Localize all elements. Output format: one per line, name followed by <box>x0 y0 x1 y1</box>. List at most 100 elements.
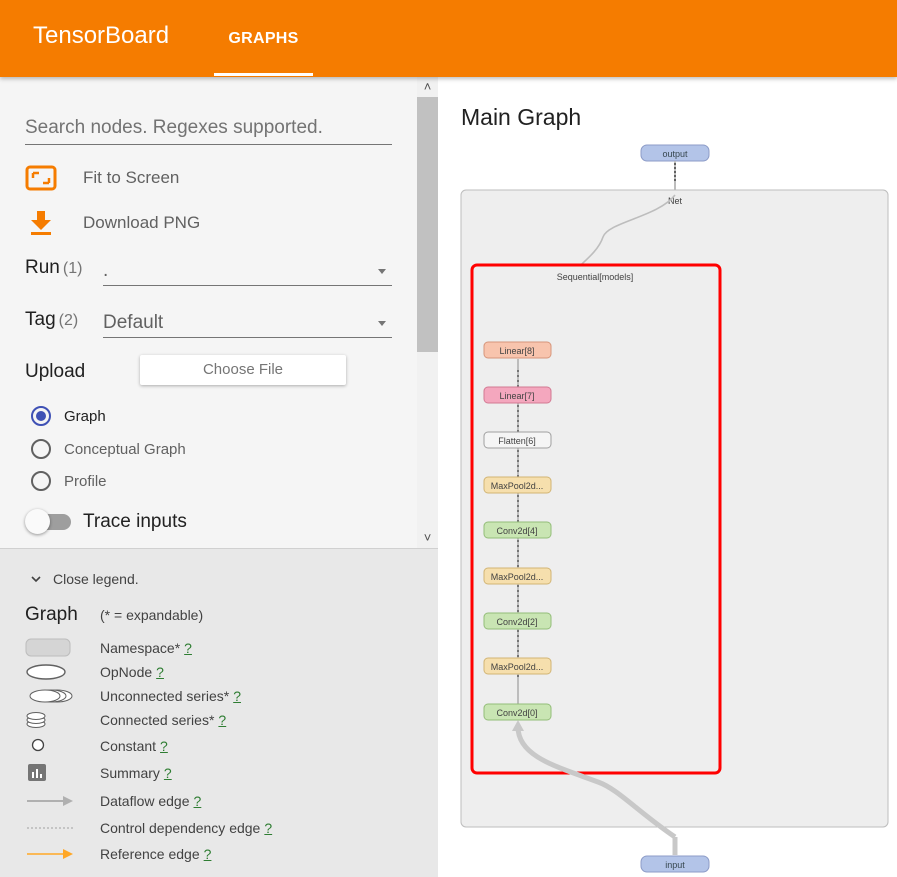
tag-select-value: Default <box>103 312 164 333</box>
legend-label-text: Constant <box>100 738 157 754</box>
close-legend-label: Close legend. <box>53 571 139 587</box>
layer-maxpool-3[interactable]: MaxPool2d... <box>483 567 552 585</box>
top-app-bar: TensorBoard GRAPHS <box>0 0 897 77</box>
sidebar: Search nodes. Regexes supported. Fit to … <box>0 77 438 877</box>
download-icon <box>31 211 51 235</box>
layer-linear-7[interactable]: Linear[7] <box>483 386 552 404</box>
connected-series-icon <box>26 712 46 728</box>
legend-row-unconnected-series: Unconnected series*? <box>25 685 425 707</box>
layer-conv2d-0[interactable]: Conv2d[0] <box>483 703 552 721</box>
radio-graph-circle <box>31 406 51 426</box>
run-select-value: . <box>103 260 109 281</box>
legend-label: Namespace*? <box>100 640 192 656</box>
tag-label: Tag (2) <box>25 309 78 331</box>
download-png-label: Download PNG <box>83 213 201 232</box>
legend-label-text: Summary <box>100 765 160 781</box>
legend-row-namespace: Namespace*? <box>25 637 425 659</box>
help-link[interactable]: ? <box>218 712 226 728</box>
fit-to-screen-label: Fit to Screen <box>83 168 180 187</box>
control-dependency-edge-icon <box>27 827 73 829</box>
legend-row-summary: Summary? <box>25 762 425 784</box>
radio-profile-label: Profile <box>64 472 107 490</box>
sequential-namespace[interactable] <box>470 263 722 775</box>
layer-conv2d-2[interactable]: Conv2d[2] <box>483 612 552 630</box>
close-legend-toggle[interactable]: Close legend. <box>30 571 139 587</box>
dataflow-edge-icon <box>27 796 73 806</box>
legend-label-text: Dataflow edge <box>100 793 190 809</box>
layer-flatten-6[interactable]: Flatten[6] <box>483 431 552 449</box>
layer-maxpool-5[interactable]: MaxPool2d... <box>483 476 552 494</box>
tag-select[interactable]: Default <box>103 308 392 338</box>
layer-label: Conv2d[0] <box>496 708 537 718</box>
legend-label: Summary? <box>100 765 172 781</box>
radio-graph[interactable]: Graph <box>31 405 106 427</box>
scroll-up-arrow-icon[interactable]: ˄ <box>417 77 438 97</box>
fit-to-screen-button[interactable]: Fit to Screen <box>25 163 179 193</box>
radio-conceptual-graph-label: Conceptual Graph <box>64 440 186 458</box>
legend-label-text: Unconnected series* <box>100 688 230 704</box>
help-link[interactable]: ? <box>233 688 241 704</box>
tab-graphs[interactable]: GRAPHS <box>214 0 313 77</box>
download-png-button[interactable]: Download PNG <box>25 208 200 238</box>
legend-row-connected-series: Connected series*? <box>25 709 425 731</box>
radio-conceptual-graph[interactable]: Conceptual Graph <box>31 438 186 460</box>
legend-row-dataflow-edge: Dataflow edge? <box>25 790 425 812</box>
legend-note: (* = expandable) <box>100 607 204 623</box>
trace-inputs-toggle[interactable]: Trace inputs <box>25 509 325 535</box>
legend-label-text: Reference edge <box>100 846 200 862</box>
help-link[interactable]: ? <box>184 640 192 656</box>
layer-linear-8[interactable]: Linear[8] <box>483 341 552 359</box>
layer-label: Conv2d[2] <box>496 617 537 627</box>
tag-label-text: Tag <box>25 309 56 330</box>
toggle-knob <box>25 509 50 534</box>
run-select[interactable]: . <box>103 256 392 286</box>
constant-icon <box>31 738 45 752</box>
opnode-icon <box>26 664 66 680</box>
help-link[interactable]: ? <box>164 765 172 781</box>
layer-label: MaxPool2d... <box>491 572 544 582</box>
legend-label: Control dependency edge? <box>100 820 272 836</box>
unconnected-series-icon <box>29 689 73 703</box>
legend-label: Reference edge? <box>100 846 211 862</box>
layer-conv2d-4[interactable]: Conv2d[4] <box>483 521 552 539</box>
legend-panel: Close legend. Graph (* = expandable) Nam… <box>0 548 438 877</box>
search-nodes-input[interactable]: Search nodes. Regexes supported. <box>25 115 392 145</box>
help-link[interactable]: ? <box>264 820 272 836</box>
scroll-thumb[interactable] <box>417 97 438 352</box>
main-graph-panel[interactable]: Main Graph Net output Sequential[models]… <box>438 77 897 877</box>
legend-label: OpNode? <box>100 664 164 680</box>
help-link[interactable]: ? <box>194 793 202 809</box>
layer-label: Linear[8] <box>499 346 534 356</box>
legend-label: Unconnected series*? <box>100 688 241 704</box>
help-link[interactable]: ? <box>204 846 212 862</box>
app-title: TensorBoard <box>33 22 170 49</box>
legend-label-text: OpNode <box>100 664 153 680</box>
run-label-text: Run <box>25 257 60 278</box>
layer-label: MaxPool2d... <box>491 662 544 672</box>
run-label: Run (1) <box>25 257 82 279</box>
graph-canvas[interactable]: Net output Sequential[models] Linear[8] … <box>438 77 897 877</box>
legend-row-opnode: OpNode? <box>25 661 425 683</box>
tag-count: (2) <box>58 312 79 329</box>
layer-label: MaxPool2d... <box>491 481 544 491</box>
input-node-label: input <box>665 860 685 870</box>
sidebar-controls: Search nodes. Regexes supported. Fit to … <box>0 77 438 548</box>
choose-file-button[interactable]: Choose File <box>140 355 346 385</box>
reference-edge-icon <box>27 849 73 859</box>
sequential-label: Sequential[models] <box>557 272 634 282</box>
radio-profile[interactable]: Profile <box>31 470 107 492</box>
legend-row-constant: Constant? <box>25 735 425 757</box>
layer-label: Linear[7] <box>499 391 534 401</box>
legend-row-reference-edge: Reference edge? <box>25 843 425 865</box>
help-link[interactable]: ? <box>160 738 168 754</box>
sidebar-scrollbar[interactable]: ˄ ˅ <box>417 77 438 548</box>
tag-select-caret-icon <box>378 321 386 326</box>
run-count: (1) <box>62 260 83 277</box>
help-link[interactable]: ? <box>156 664 164 680</box>
output-node-label: output <box>662 149 688 159</box>
layer-maxpool-1[interactable]: MaxPool2d... <box>483 657 552 675</box>
scroll-down-arrow-icon[interactable]: ˅ <box>417 528 438 548</box>
upload-label: Upload <box>25 361 86 382</box>
radio-conceptual-graph-circle <box>31 439 51 459</box>
summary-icon <box>28 764 46 781</box>
